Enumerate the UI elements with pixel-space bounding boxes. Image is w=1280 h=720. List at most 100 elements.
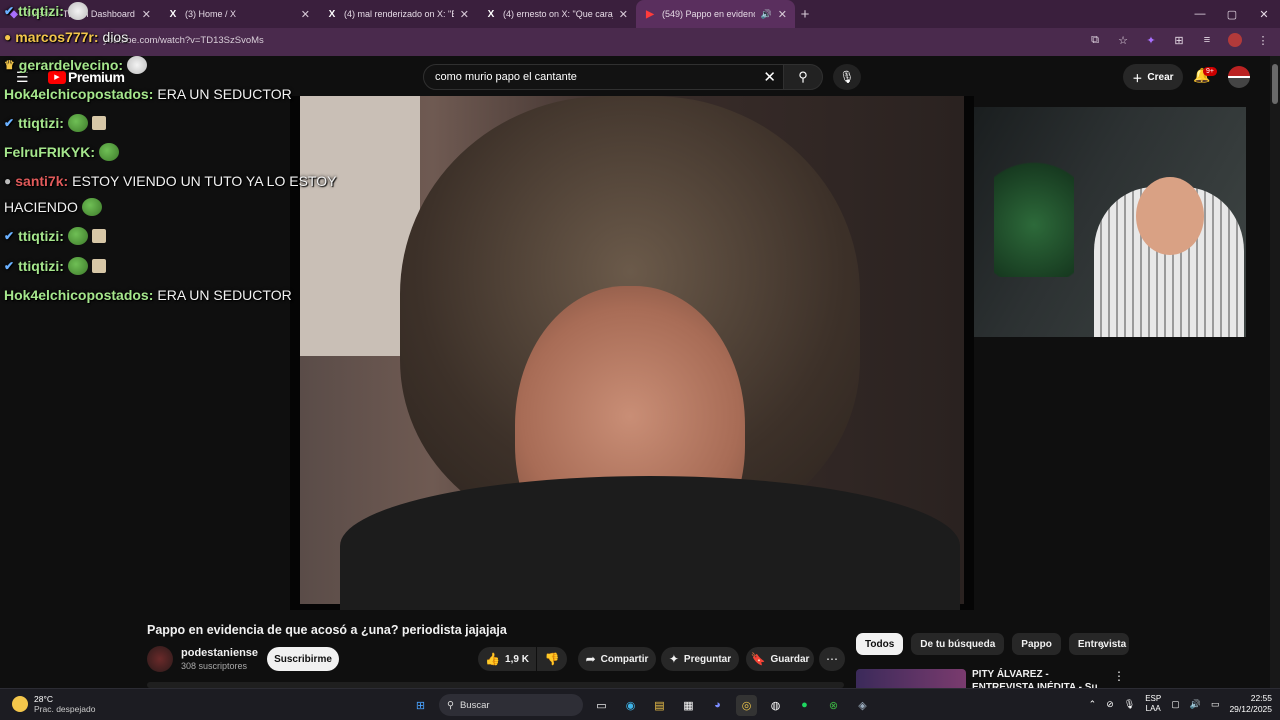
chat-message: ✔ ttiqtizi:	[4, 2, 88, 20]
display-icon[interactable]: ▢	[1171, 699, 1180, 710]
chat-message: ● santi7k: ESTOY VIENDO UN TUTO YA LO ES…	[4, 173, 336, 189]
verified-badge-icon: ✔	[4, 259, 15, 273]
spotify-icon[interactable]: ●	[794, 695, 815, 716]
ask-button[interactable]: ✦ Preguntar	[661, 647, 739, 671]
search-box[interactable]: como murio papo el cantante ✕	[423, 64, 787, 90]
volume-icon[interactable]: 🔊	[1190, 699, 1201, 710]
chip-de-tu-busqueda[interactable]: De tu búsqueda	[911, 633, 1005, 655]
close-tab-icon[interactable]: ✕	[619, 8, 628, 21]
edge-icon[interactable]: ◉	[620, 695, 641, 716]
bookmark-star-icon[interactable]: ☆	[1116, 33, 1130, 47]
steam-icon[interactable]: ◈	[852, 695, 873, 716]
close-tab-icon[interactable]: ✕	[460, 8, 469, 21]
obs-icon[interactable]: ◍	[765, 695, 786, 716]
chat-username: gerardelvecino:	[18, 57, 124, 73]
window-controls: — ▢ ✕	[1184, 0, 1280, 28]
chat-message: Hok4elchicopostados: ERA UN SEDUCTOR	[4, 287, 292, 303]
create-label: Crear	[1147, 71, 1174, 83]
like-count: 1,9 K	[505, 653, 529, 665]
clock-time: 22:55	[1250, 693, 1272, 703]
account-avatar[interactable]	[1228, 66, 1250, 88]
discord-icon[interactable]: ◕	[707, 695, 728, 716]
more-actions-button[interactable]: ⋯	[819, 647, 845, 671]
clock[interactable]: 22:55 29/12/2025	[1229, 693, 1272, 715]
chip-todos[interactable]: Todos	[856, 633, 904, 655]
xbox-icon[interactable]: ⊗	[823, 695, 844, 716]
puzzle-icon[interactable]: ⊞	[1172, 33, 1186, 47]
channel-name[interactable]: podestaniense	[181, 647, 258, 659]
close-tab-icon[interactable]: ✕	[142, 8, 151, 21]
like-button[interactable]: 👍 1,9 K	[478, 647, 536, 671]
menu-dots-icon[interactable]: ⋮	[1256, 33, 1270, 47]
maximize-icon[interactable]: ▢	[1216, 0, 1248, 28]
scrollbar-thumb[interactable]	[1272, 64, 1278, 104]
mic-icon[interactable]: 🎙	[833, 64, 861, 90]
minimize-icon[interactable]: —	[1184, 0, 1216, 28]
speaker-icon[interactable]: 🔊	[761, 9, 772, 20]
chevron-up-icon[interactable]: ⌃	[1089, 699, 1097, 710]
chat-username: FelruFRIKYK:	[4, 144, 95, 160]
store-icon[interactable]: ▦	[678, 695, 699, 716]
chat-message: ✔ ttiqtizi:	[4, 257, 106, 275]
youtube-icon: ▶	[646, 8, 654, 20]
windows-start-icon[interactable]: ⊞	[410, 695, 431, 716]
video-frame	[300, 96, 964, 610]
recommendation-title[interactable]: PITY ÁLVAREZ - ENTREVISTA INÉDITA - Su r…	[972, 668, 1102, 688]
close-window-icon[interactable]: ✕	[1248, 0, 1280, 28]
media-control-icon[interactable]: ≡	[1200, 33, 1214, 47]
mic-tray-icon[interactable]: 🎙	[1124, 699, 1135, 710]
chat-text: ESTOY VIENDO UN TUTO YA LO ESTOY	[72, 173, 337, 189]
verified-badge-icon: ✔	[4, 116, 15, 130]
chat-text: dios	[102, 29, 129, 45]
save-button[interactable]: 🔖 Guardar	[746, 647, 814, 671]
search-button[interactable]: ⚲	[783, 64, 823, 90]
battery-icon[interactable]: ▭	[1211, 699, 1220, 710]
recommendation-menu-icon[interactable]: ⋮	[1113, 669, 1125, 683]
chevron-right-icon[interactable]: ›	[1100, 637, 1105, 653]
video-player[interactable]	[290, 96, 974, 610]
tab-x-home[interactable]: X (3) Home / X ✕	[159, 0, 318, 28]
file-explorer-icon[interactable]: ▤	[649, 695, 670, 716]
chip-entrevista[interactable]: Entrevista	[1068, 633, 1129, 655]
chat-text: ERA UN SEDUCTOR	[157, 287, 292, 303]
tab-x-mal-renderizado[interactable]: X (4) mal renderizado on X: "BUEN ✕	[318, 0, 477, 28]
tab-youtube-pappo[interactable]: ▶ (549) Pappo en evidencia de 🔊 ✕	[636, 0, 795, 28]
save-label: Guardar	[770, 653, 810, 665]
tab-x-ernesto[interactable]: X (4) ernesto on X: "Que carajos e ✕	[477, 0, 636, 28]
clear-search-icon[interactable]: ✕	[763, 68, 776, 86]
network-off-icon[interactable]: ⊘	[1106, 699, 1114, 710]
pepe-emote-icon	[67, 114, 88, 132]
taskbar-apps: ⊞ ⚲ Buscar ▭ ◉ ▤ ▦ ◕ ◎ ◍ ● ⊗ ◈	[410, 694, 873, 716]
chat-message: ● marcos777r: dios	[4, 29, 128, 45]
chip-pappo[interactable]: Pappo	[1012, 633, 1061, 655]
emote-icon	[127, 56, 148, 74]
language-indicator[interactable]: ESP LAA	[1145, 694, 1161, 714]
share-button[interactable]: ➦ Compartir	[578, 647, 656, 671]
subscriber-count: 308 suscriptores	[181, 661, 248, 671]
thumbs-up-icon: 👍	[485, 652, 501, 666]
channel-avatar[interactable]	[147, 646, 173, 672]
close-tab-icon[interactable]: ✕	[778, 8, 787, 21]
task-view-icon[interactable]: ▭	[591, 695, 612, 716]
create-button[interactable]: ＋ Crear	[1123, 64, 1183, 90]
chrome-icon[interactable]: ◎	[736, 694, 757, 716]
search-input[interactable]: como murio papo el cantante	[435, 71, 577, 83]
taskbar-search[interactable]: ⚲ Buscar	[439, 694, 583, 716]
weather-widget[interactable]: 28°C Prac. despejado	[12, 694, 95, 714]
install-app-icon[interactable]: ⧉	[1088, 33, 1102, 47]
dislike-button[interactable]: 👎	[537, 647, 567, 671]
subscribe-button[interactable]: Suscribirme	[267, 647, 339, 671]
x-icon: X	[487, 8, 495, 20]
extension-icon[interactable]: ✦	[1144, 33, 1158, 47]
webcam-overlay	[974, 107, 1246, 337]
profile-avatar[interactable]	[1228, 33, 1242, 47]
chat-text: ERA UN SEDUCTOR	[157, 86, 292, 102]
close-tab-icon[interactable]: ✕	[301, 8, 310, 21]
page-scrollbar[interactable]	[1270, 56, 1280, 688]
recommendation-thumbnail[interactable]	[856, 669, 966, 688]
chat-message: FelruFRIKYK:	[4, 143, 119, 161]
emote-icon	[81, 198, 102, 216]
bookmark-icon: 🔖	[750, 652, 766, 666]
new-tab-button[interactable]: +	[795, 6, 815, 23]
more-dots-icon: ⋯	[826, 652, 838, 666]
